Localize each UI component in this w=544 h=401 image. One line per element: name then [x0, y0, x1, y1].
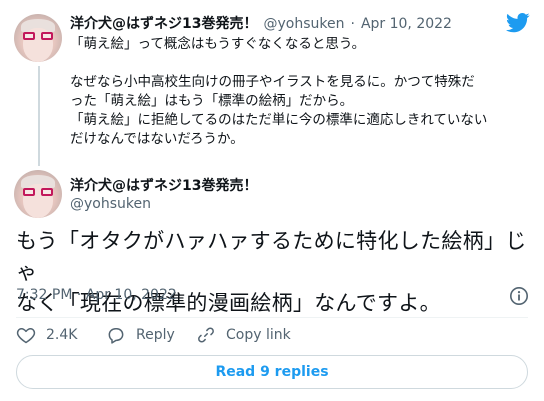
main-author-avatar[interactable] — [14, 170, 62, 218]
reply-bubble-icon — [108, 328, 124, 344]
avatar-glasses — [23, 32, 53, 41]
actions-divider — [16, 317, 528, 318]
copy-link-action[interactable]: Copy link — [196, 325, 291, 345]
info-icon[interactable] — [509, 286, 529, 306]
reply-separator: · — [350, 16, 355, 32]
main-line: もう「オタクがハァハァするために特化した絵柄」じゃ — [16, 229, 527, 284]
link-icon — [198, 327, 214, 343]
like-action[interactable]: 2.4K — [16, 325, 77, 345]
reply-body: 「萌え絵」って概念はもうすぐなくなると思う。 なぜなら小中高校生向けの冊子やイラ… — [70, 35, 530, 149]
main-timestamp[interactable]: 7:32 PM · Apr 10, 2022 — [16, 287, 177, 303]
thread-connector-line — [38, 66, 40, 166]
main-handle[interactable]: @yohsuken — [70, 196, 151, 212]
reply-author-name[interactable]: 洋介犬@はずネジ13巻発売！ — [70, 13, 257, 33]
reply-line — [70, 54, 530, 73]
reply-action[interactable]: Reply — [106, 325, 175, 345]
reply-header: 洋介犬@はずネジ13巻発売！ @yohsuken · Apr 10, 2022 — [70, 13, 452, 33]
reply-line: なぜなら小中高校生向けの冊子やイラストを見るに。かつて特殊だ — [70, 74, 475, 90]
copy-link-label: Copy link — [226, 327, 291, 343]
read-replies-button[interactable]: Read 9 replies — [16, 355, 528, 389]
read-replies-label: Read 9 replies — [215, 364, 329, 380]
avatar-glasses — [23, 188, 53, 197]
reply-label: Reply — [136, 327, 175, 343]
like-count: 2.4K — [46, 327, 78, 343]
twitter-bird-icon[interactable] — [506, 13, 530, 33]
main-author-name[interactable]: 洋介犬@はずネジ13巻発売！ — [70, 175, 257, 195]
reply-line: 「萌え絵」って概念はもうすぐなくなると思う。 — [70, 36, 366, 52]
reply-handle[interactable]: @yohsuken — [263, 16, 344, 32]
reply-line: 「萌え絵」に拒絶してるのはただ単に今の標準に適応しきれていない — [70, 112, 488, 128]
reply-line: だけなんではないだろうか。 — [70, 131, 244, 147]
heart-icon — [16, 328, 36, 344]
reply-author-avatar[interactable] — [14, 14, 62, 62]
reply-line: った「萌え絵」はもう「標準の絵柄」だから。 — [70, 93, 354, 109]
main-tweet-body: もう「オタクがハァハァするために特化した絵柄」じゃ なく「現在の標準的漫画絵柄」… — [16, 226, 530, 319]
reply-date[interactable]: Apr 10, 2022 — [361, 16, 452, 32]
